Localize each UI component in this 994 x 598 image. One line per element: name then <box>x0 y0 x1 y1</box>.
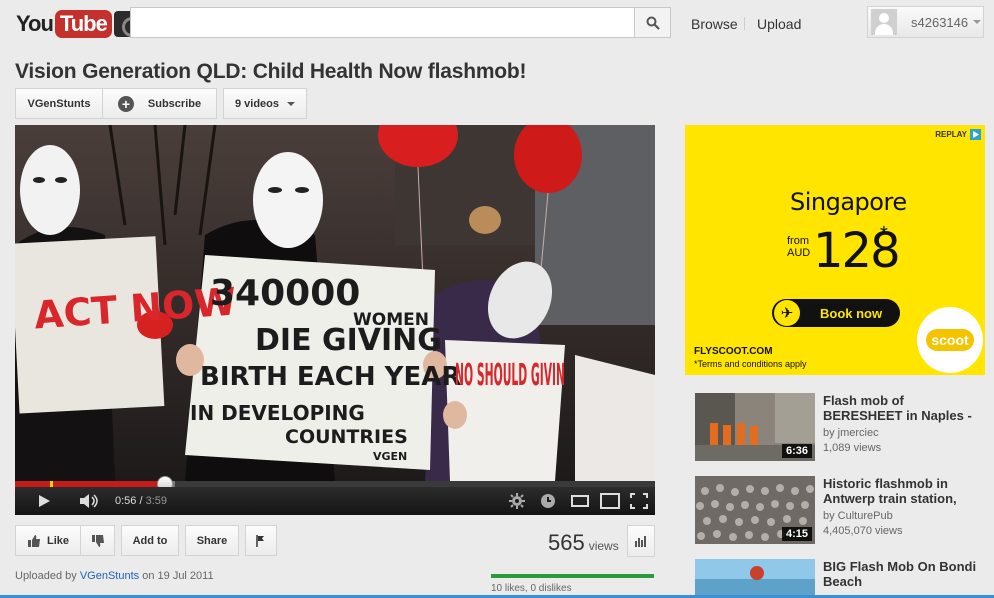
video-frame: ACT NOW 340000 WOMEN DIE GIVING BIRTH EA… <box>15 125 655 481</box>
page-title: Vision Generation QLD: Child Health Now … <box>15 60 527 83</box>
account-menu[interactable]: s4263146 <box>867 6 984 38</box>
ad-from: from AUD <box>787 235 810 259</box>
subscribe-label: Subscribe <box>147 97 202 110</box>
search-icon <box>646 16 660 30</box>
sign-tag: VGEN <box>373 450 407 463</box>
related-title: BIG Flash Mob On Bondi Beach <box>823 559 977 589</box>
view-count: 565 views <box>548 530 619 556</box>
plane-icon: ✈ <box>774 300 800 326</box>
thumbs-down-icon <box>91 534 104 547</box>
fullscreen-icon[interactable] <box>630 493 648 509</box>
channel-name: VGenStunts <box>27 97 91 110</box>
logo-text-tube: Tube <box>54 10 112 38</box>
uploader-link[interactable]: VGenStunts <box>80 570 139 582</box>
ad-asterisk: * <box>880 223 888 245</box>
watch-later-icon[interactable] <box>540 493 556 509</box>
ad-currency: AUD <box>787 247 811 259</box>
plus-icon: + <box>117 95 134 112</box>
likes-dislikes: 10 likes, 0 dislikes <box>491 583 572 594</box>
videos-count: 9 videos <box>234 97 280 110</box>
gear-icon[interactable] <box>509 493 525 509</box>
thumbs-up-icon <box>27 534 40 547</box>
subscribe-button[interactable]: + Subscribe <box>103 88 217 119</box>
uploaded-prefix: Uploaded by <box>15 570 77 582</box>
duration-badge: 4:15 <box>781 527 812 541</box>
play-icon[interactable] <box>37 494 51 508</box>
avatar <box>871 9 897 35</box>
ad-url: FLYSCOOT.COM <box>694 346 773 357</box>
like-ratio-bar <box>491 574 654 578</box>
username: s4263146 <box>911 14 969 30</box>
ad-replay[interactable]: REPLAY <box>935 129 981 140</box>
sign-line-6: COUNTRIES <box>285 426 408 448</box>
related-author: by jmerciec <box>823 427 879 439</box>
video-thumbnail: 4:15 <box>695 476 815 544</box>
caret-down-icon <box>973 20 982 24</box>
ad-destination: Singapore <box>790 188 907 216</box>
logo-text-you: You <box>16 11 54 36</box>
upload-info: Uploaded by VGenStunts on 19 Jul 2011 <box>15 570 214 582</box>
add-to-button[interactable]: Add to <box>121 525 179 556</box>
related-video[interactable]: 6:36 Flash mob of BERESHEET in Naples - … <box>695 393 985 463</box>
ad-banner[interactable]: REPLAY Singapore from AUD 128 * ✈ Book n… <box>685 125 985 375</box>
related-views: 4,405,070 views <box>823 525 903 537</box>
right-sign-text: NO SHOULD GIVIN <box>455 358 565 393</box>
nav-upload[interactable]: Upload <box>757 16 801 32</box>
sign-line-5: IN DEVELOPING <box>190 401 365 425</box>
channel-link[interactable]: VGenStunts <box>15 88 103 119</box>
view-count-number: 565 <box>548 530 585 555</box>
book-now-label: Book now <box>820 305 883 321</box>
like-button[interactable]: Like <box>15 525 81 556</box>
nav-browse[interactable]: Browse <box>691 16 738 32</box>
large-player-icon[interactable] <box>600 493 620 509</box>
video-thumbnail <box>695 559 815 595</box>
scoot-logo: scoot <box>917 307 983 373</box>
masthead: You Tube Browse Upload s4263146 <box>0 0 994 48</box>
duration: 3:59 <box>145 495 168 507</box>
youtube-logo[interactable]: You Tube <box>16 8 142 40</box>
related-title: Flash mob of BERESHEET in Naples - <box>823 393 972 423</box>
stats-button[interactable] <box>627 525 655 557</box>
search-input[interactable] <box>130 7 635 38</box>
sign-line-4: BIRTH EACH YEAR <box>200 362 461 392</box>
like-label: Like <box>46 534 69 547</box>
upload-date: on 19 Jul 2011 <box>142 570 214 582</box>
flag-icon <box>256 534 264 547</box>
action-bar: Like Add to Share <box>15 525 277 557</box>
sign-line-3: DIE GIVING <box>255 323 442 358</box>
replay-icon <box>970 129 981 140</box>
ad-from-label: from <box>787 235 809 247</box>
current-time: 0:56 <box>115 495 137 507</box>
videos-dropdown[interactable]: 9 videos <box>223 88 307 119</box>
related-video[interactable]: 4:15 Historic flashmob in Antwerp train … <box>695 476 985 546</box>
replay-label: REPLAY <box>935 130 967 139</box>
related-title: Historic flashmob in Antwerp train stati… <box>823 476 957 506</box>
flag-button[interactable] <box>245 525 277 556</box>
video-player[interactable]: ACT NOW 340000 WOMEN DIE GIVING BIRTH EA… <box>15 125 655 515</box>
volume-icon[interactable] <box>79 494 101 508</box>
bar-chart-icon <box>635 536 646 547</box>
related-author: by CulturePub <box>823 510 893 522</box>
brand-name: scoot <box>926 329 974 351</box>
ad-terms: *Terms and conditions apply <box>694 359 807 369</box>
share-label: Share <box>196 534 228 547</box>
video-thumbnail: 6:36 <box>695 393 815 461</box>
related-views: 1,089 views <box>823 442 882 454</box>
view-count-label: views <box>588 539 619 553</box>
share-button[interactable]: Share <box>185 525 239 556</box>
add-to-label: Add to <box>132 534 168 547</box>
small-player-icon[interactable] <box>571 495 589 507</box>
channel-bar: VGenStunts + Subscribe 9 videos <box>15 88 307 119</box>
duration-badge: 6:36 <box>781 444 812 458</box>
player-controls: 0:56 / 3:59 <box>15 487 655 515</box>
sign-line-1: 340000 <box>210 273 360 314</box>
dislike-button[interactable] <box>81 525 115 556</box>
nav-divider <box>744 17 745 30</box>
ad-book-now-button[interactable]: ✈ Book now <box>772 299 900 327</box>
chevron-down-icon <box>287 101 296 106</box>
search-button[interactable] <box>635 7 671 38</box>
related-video[interactable]: BIG Flash Mob On Bondi Beach <box>695 559 985 595</box>
time-display: 0:56 / 3:59 <box>115 495 168 507</box>
